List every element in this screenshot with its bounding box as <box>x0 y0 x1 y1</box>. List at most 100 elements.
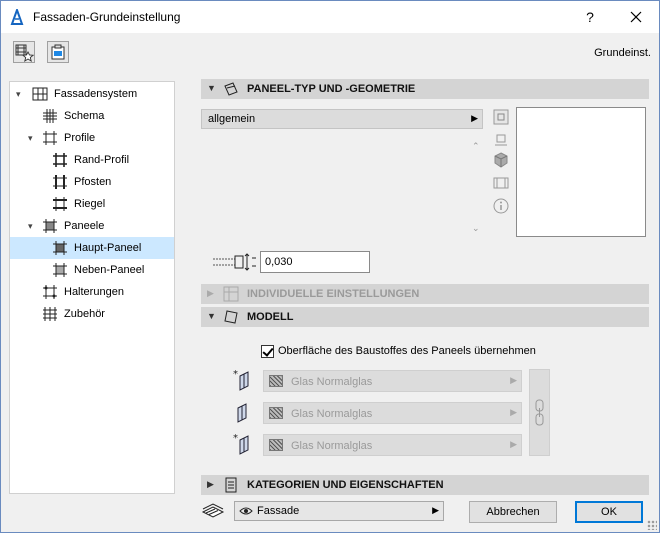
section-title: MODELL <box>247 311 294 323</box>
favorites-star-icon <box>15 44 35 62</box>
thickness-icon <box>213 253 256 271</box>
section-view-icon <box>493 177 509 189</box>
material-outer-dropdown[interactable]: Glas Normalglas ▶ <box>263 370 522 392</box>
panel-type-dropdown[interactable]: allgemein ▶ <box>201 109 483 129</box>
clipboard-transfer-icon <box>51 44 65 60</box>
hash-icon <box>43 109 57 123</box>
model-icon <box>224 310 238 324</box>
tree-label: Haupt-Paneel <box>74 242 142 254</box>
expand-arrow-icon: ▶ <box>207 479 214 489</box>
tree-item-paneele[interactable]: ▾ Paneele <box>10 215 174 237</box>
tree-label: Pfosten <box>74 176 112 188</box>
tree-item-haupt-paneel[interactable]: Haupt-Paneel <box>10 237 174 259</box>
thickness-field[interactable] <box>261 252 369 272</box>
inner-surface-icon: * <box>233 433 249 455</box>
tree-item-schema[interactable]: Schema <box>10 105 174 127</box>
elevation-view-icon <box>495 134 507 146</box>
thickness-input[interactable] <box>260 251 370 273</box>
section-header-panel-type[interactable]: ▼ PANEEL-TYP UND -GEOMETRIE <box>201 79 649 99</box>
material-swatch <box>269 407 283 419</box>
expand-arrow-icon: ▶ <box>207 288 214 298</box>
tree-item-profile[interactable]: ▾ Profile <box>10 127 174 149</box>
override-surface-label: Oberfläche des Baustoffes des Paneels üb… <box>278 345 536 357</box>
section-title: KATEGORIEN UND EIGENSCHAFTEN <box>247 479 444 491</box>
tree-item-halterungen[interactable]: Halterungen <box>10 281 174 303</box>
dropdown-arrow-icon: ▶ <box>510 375 517 385</box>
layer-value: Fassade <box>257 505 300 517</box>
frame-icon <box>53 175 67 189</box>
tree-label: Halterungen <box>64 286 124 298</box>
tree-label: Rand-Profil <box>74 154 130 166</box>
material-edge-dropdown[interactable]: Glas Normalglas ▶ <box>263 402 522 424</box>
dialog-window: Fassaden-Grundeinstellung ? Grundeinst. … <box>0 0 660 533</box>
view-section-button[interactable] <box>493 175 509 191</box>
transfer-settings-button[interactable] <box>47 41 69 63</box>
dropdown-arrow-icon: ▶ <box>510 439 517 449</box>
collapse-arrow-icon: ▼ <box>207 83 216 93</box>
material-swatch <box>269 375 283 387</box>
title-bar: Fassaden-Grundeinstellung ? <box>1 1 659 33</box>
eye-icon <box>239 507 253 515</box>
section-title: INDIVIDUELLE EINSTELLUNGEN <box>247 288 420 300</box>
panel-icon <box>53 241 67 255</box>
frame-icon <box>43 131 57 145</box>
tree-item-riegel[interactable]: Riegel <box>10 193 174 215</box>
cube-3d-icon <box>494 152 508 168</box>
section-header-individual[interactable]: ▶ INDIVIDUELLE EINSTELLUNGEN <box>201 284 649 304</box>
resize-grip[interactable] <box>647 520 657 530</box>
scroll-down-icon[interactable]: ⌄ <box>472 223 480 234</box>
collapse-arrow-icon: ▼ <box>207 311 216 321</box>
expand-arrow-icon[interactable]: ▾ <box>28 215 33 237</box>
outer-surface-icon: * <box>233 369 249 391</box>
info-button[interactable] <box>493 198 509 214</box>
panel-icon <box>53 263 67 277</box>
material-inner-dropdown[interactable]: Glas Normalglas ▶ <box>263 434 522 456</box>
view-3d-button[interactable] <box>493 152 509 168</box>
cancel-button[interactable]: Abbrechen <box>469 501 557 523</box>
window-title: Fassaden-Grundeinstellung <box>33 10 181 24</box>
dropdown-arrow-icon: ▶ <box>432 505 439 515</box>
material-name: Glas Normalglas <box>291 376 373 388</box>
tree-item-neben-paneel[interactable]: Neben-Paneel <box>10 259 174 281</box>
favorites-button[interactable] <box>13 41 35 63</box>
frame-icon <box>53 197 67 211</box>
close-icon <box>630 11 642 23</box>
ok-button[interactable]: OK <box>575 501 643 523</box>
tree-label: Riegel <box>74 198 106 210</box>
scroll-up-icon[interactable]: ⌃ <box>472 141 480 152</box>
section-header-model[interactable]: ▼ MODELL <box>201 307 649 327</box>
view-2d-button[interactable] <box>493 109 509 125</box>
panel-preview <box>516 107 646 237</box>
tree-item-fassadensystem[interactable]: ▾ Fassadensystem <box>10 83 174 105</box>
bracket-icon <box>43 285 57 299</box>
view-elevation-button[interactable] <box>493 132 509 148</box>
tree-item-pfosten[interactable]: Pfosten <box>10 171 174 193</box>
svg-text:*: * <box>233 433 238 444</box>
link-materials-button[interactable] <box>529 369 550 456</box>
tree-label: Profile <box>64 132 96 144</box>
tree-label: Zubehör <box>64 308 105 320</box>
categories-icon <box>225 477 237 493</box>
tree-item-zubehoer[interactable]: Zubehör <box>10 303 174 325</box>
edge-surface-icon <box>237 403 247 423</box>
app-logo-icon <box>10 9 24 25</box>
svg-text:*: * <box>233 369 238 380</box>
grid-icon <box>32 87 48 101</box>
tree-label: Schema <box>64 110 105 122</box>
help-button[interactable]: ? <box>567 1 613 33</box>
close-button[interactable] <box>613 1 659 33</box>
expand-arrow-icon[interactable]: ▾ <box>28 127 33 149</box>
individual-settings-icon <box>223 286 239 302</box>
tree-item-rand-profil[interactable]: Rand-Profil <box>10 149 174 171</box>
preset-label: Grundeinst. <box>594 47 651 59</box>
layer-dropdown[interactable]: Fassade ▶ <box>234 501 444 521</box>
dropdown-arrow-icon: ▶ <box>510 407 517 417</box>
accessory-icon <box>43 307 57 321</box>
dropdown-arrow-icon: ▶ <box>471 113 478 123</box>
section-title: PANEEL-TYP UND -GEOMETRIE <box>247 83 416 95</box>
section-header-categories[interactable]: ▶ KATEGORIEN UND EIGENSCHAFTEN <box>201 475 649 495</box>
settings-tree[interactable]: ▾ Fassadensystem Schema ▾ Profile Rand-P… <box>9 81 175 494</box>
material-swatch <box>269 439 283 451</box>
expand-arrow-icon[interactable]: ▾ <box>16 83 21 105</box>
override-surface-checkbox[interactable] <box>261 345 274 358</box>
